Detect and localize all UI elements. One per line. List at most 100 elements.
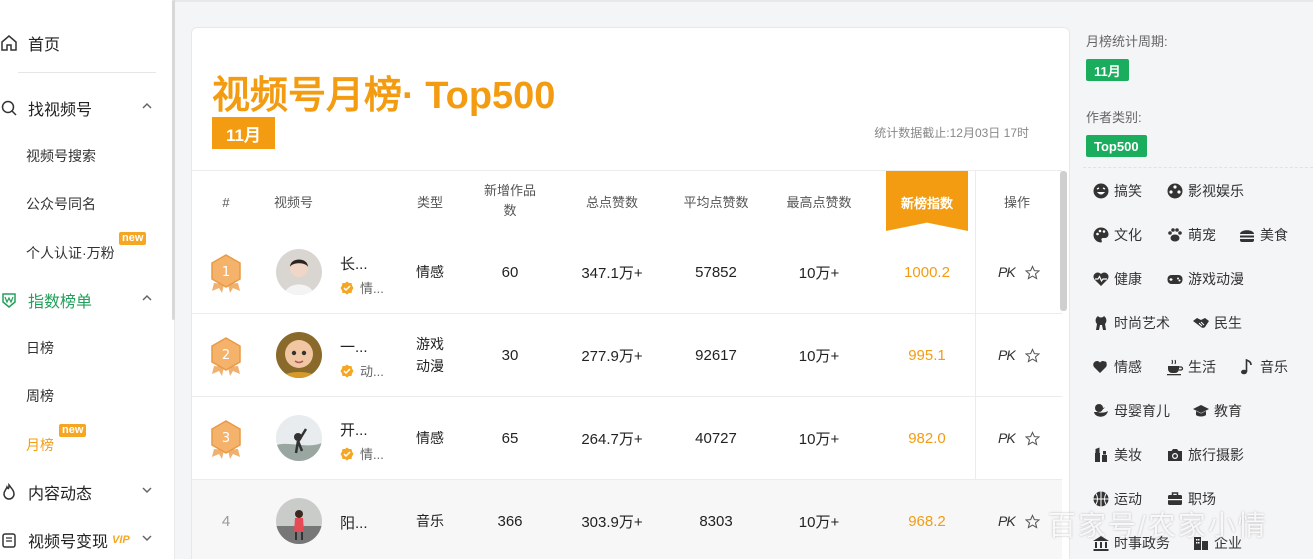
month-badge: 11月 — [212, 117, 275, 149]
pk-button[interactable]: PK — [998, 347, 1016, 363]
avatar[interactable] — [276, 415, 322, 461]
period-tag[interactable]: 11月 — [1086, 59, 1129, 81]
svg-text:2: 2 — [222, 348, 230, 363]
category-music[interactable]: 音乐 — [1238, 357, 1288, 377]
sidebar-item-monetize[interactable]: 视频号变现 VIP — [0, 528, 152, 552]
header-avg-likes[interactable]: 平均点赞数 — [674, 193, 758, 213]
table-row[interactable]: 4 阳... 音乐 366 303.9万+ 8303 10万+ 968.2 PK — [192, 480, 1062, 559]
author-tag[interactable]: Top500 — [1086, 135, 1147, 157]
cell-type: 音乐 — [416, 513, 444, 529]
pk-button[interactable]: PK — [998, 513, 1016, 529]
category-culture[interactable]: 文化 — [1092, 225, 1142, 245]
header-index-highlight[interactable]: 新榜指数 — [886, 171, 968, 231]
new-badge: new — [119, 232, 147, 245]
header-max-likes[interactable]: 最高点赞数 — [776, 193, 862, 213]
category-education[interactable]: 教育 — [1192, 401, 1242, 421]
category-livelihood[interactable]: 民生 — [1192, 313, 1242, 333]
star-icon[interactable] — [1024, 513, 1040, 529]
sidebar-item-content[interactable]: 内容动态 — [0, 480, 152, 504]
category-emotion[interactable]: 情感 — [1092, 357, 1142, 377]
flame-icon — [0, 483, 18, 501]
cell-total-likes: 277.9万+ — [581, 347, 643, 365]
hearts-icon — [1093, 361, 1107, 373]
avatar[interactable] — [276, 332, 322, 378]
rank-icon — [0, 291, 18, 309]
cell-avg-likes: 8303 — [699, 512, 733, 530]
category-beauty[interactable]: 美妆 — [1092, 445, 1142, 465]
sidebar-item-verified[interactable]: 个人认证·万粉 — [26, 243, 115, 263]
silver-medal-icon: 2 — [211, 337, 241, 376]
cosmetics-icon — [1095, 447, 1107, 462]
heartbeat-icon — [1093, 272, 1109, 286]
sidebar-item-weekly[interactable]: 周榜 — [26, 386, 54, 406]
star-icon[interactable] — [1024, 347, 1040, 363]
cell-avg-likes: 57852 — [695, 263, 737, 281]
category-pets[interactable]: 萌宠 — [1166, 225, 1216, 245]
chevron-up-icon — [142, 294, 152, 301]
channel-name[interactable]: 长... — [340, 253, 368, 274]
fashion-icon — [1095, 316, 1107, 330]
category-health[interactable]: 健康 — [1092, 269, 1142, 289]
sidebar-item-rank[interactable]: 指数榜单 — [0, 288, 152, 312]
gold-medal-icon: 1 — [211, 254, 241, 293]
star-icon[interactable] — [1024, 264, 1040, 280]
header-total-likes[interactable]: 总点赞数 — [572, 193, 652, 213]
pk-button[interactable]: PK — [998, 264, 1016, 280]
category-film[interactable]: 影视娱乐 — [1166, 181, 1244, 201]
cell-new-works: 30 — [501, 346, 519, 364]
category-travel[interactable]: 旅行摄影 — [1166, 445, 1244, 465]
header-channel: 视频号 — [274, 195, 314, 210]
channel-name[interactable]: 一... — [340, 336, 368, 357]
category-games[interactable]: 游戏动漫 — [1166, 269, 1244, 289]
cell-total-likes: 264.7万+ — [581, 430, 643, 448]
cell-max-likes: 10万+ — [798, 430, 840, 448]
category-fashion[interactable]: 时尚艺术 — [1092, 313, 1170, 333]
chevron-up-icon — [142, 102, 152, 109]
paw-icon — [1168, 228, 1182, 242]
chevron-down-icon — [142, 535, 152, 542]
sidebar-item-channel-search[interactable]: 视频号搜索 — [26, 146, 96, 166]
pk-button[interactable]: PK — [998, 430, 1016, 446]
sidebar-item-daily[interactable]: 日榜 — [26, 338, 54, 358]
header-new-works[interactable]: 新增作品数 — [478, 181, 542, 221]
sidebar-item-home[interactable]: 首页 — [0, 31, 60, 55]
sidebar-scrollbar[interactable] — [172, 0, 175, 320]
table-row[interactable]: 3 开... 情... 情感 65 264.7万+ 40727 10万+ 982… — [192, 397, 1062, 480]
category-funny[interactable]: 搞笑 — [1092, 181, 1142, 201]
cell-avg-likes: 92617 — [695, 346, 737, 364]
search-icon — [0, 99, 18, 117]
cell-index: 995.1 — [908, 346, 946, 364]
new-badge: new — [59, 424, 87, 437]
sidebar-item-find[interactable]: 找视频号 — [0, 96, 152, 120]
channel-name[interactable]: 开... — [340, 419, 368, 440]
verified-icon — [340, 447, 354, 460]
category-life[interactable]: 生活 — [1166, 357, 1216, 377]
channel-category: 情... — [340, 278, 384, 297]
cell-new-works: 366 — [497, 512, 523, 530]
header-ops: 操作 — [1003, 195, 1030, 210]
avatar[interactable] — [276, 249, 322, 295]
verified-icon — [340, 364, 354, 377]
watermark: 百家号/农家小情 — [1048, 510, 1268, 541]
channel-name[interactable]: 阳... — [340, 512, 368, 533]
row-ops: PK — [998, 231, 1040, 313]
palette-icon — [1093, 227, 1109, 243]
table-row[interactable]: 1 长... 情... 情感 60 347.1万+ 57852 10万+ 100… — [192, 231, 1062, 314]
row-ops: PK — [998, 314, 1040, 396]
author-label: 作者类别: — [1086, 110, 1142, 125]
cell-avg-likes: 40727 — [695, 429, 737, 447]
film-icon — [1167, 183, 1183, 199]
sidebar-item-monthly[interactable]: 月榜 — [26, 435, 54, 455]
table-row[interactable]: 2 一... 动... 游戏动漫 30 277.9万+ 92617 10万+ 9… — [192, 314, 1062, 397]
avatar[interactable] — [276, 498, 322, 544]
page-title: 视频号月榜· Top500 — [212, 75, 556, 117]
sidebar-item-label: 找视频号 — [28, 102, 93, 119]
cell-new-works: 65 — [501, 429, 519, 447]
category-parenting[interactable]: 母婴育儿 — [1092, 401, 1170, 421]
sidebar-item-same-name[interactable]: 公众号同名 — [26, 194, 96, 214]
category-food[interactable]: 美食 — [1238, 225, 1288, 245]
duck-icon — [1094, 404, 1108, 417]
cell-index: 982.0 — [908, 429, 946, 447]
star-icon[interactable] — [1024, 430, 1040, 446]
sidebar-item-label: 首页 — [28, 37, 61, 54]
